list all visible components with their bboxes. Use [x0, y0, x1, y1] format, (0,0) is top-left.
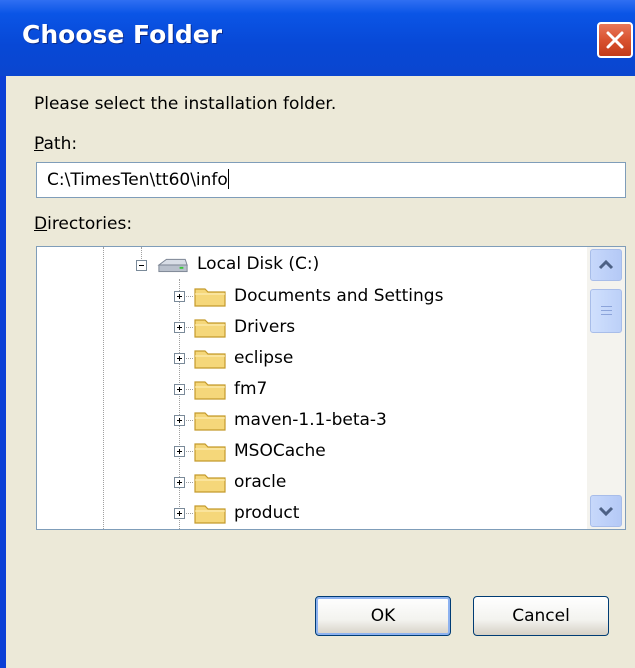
tree-item-label: Local Disk (C:): [197, 254, 320, 274]
tree-item-documents-and-settings[interactable]: Documents and Settings: [37, 281, 587, 313]
window-title: Choose Folder: [22, 20, 223, 49]
folder-icon: [194, 505, 226, 524]
directories-label: Directories:: [34, 214, 133, 234]
tree-item-drivers[interactable]: Drivers: [37, 312, 587, 344]
tree-item-product[interactable]: product: [37, 498, 587, 529]
folder-icon: [194, 288, 226, 307]
tree-item-label: product: [234, 503, 300, 523]
directory-tree[interactable]: Local Disk (C:) Documents and Settings D…: [36, 246, 626, 530]
expand-toggle-icon[interactable]: [174, 384, 185, 395]
collapse-toggle-icon[interactable]: [136, 260, 147, 271]
grip-line: [601, 310, 612, 311]
tree-item-label: maven-1.1-beta-3: [234, 410, 387, 430]
path-input-value: C:\TimesTen\tt60\info: [47, 170, 228, 190]
grip-line: [601, 314, 612, 315]
tree-item-label: Documents and Settings: [234, 286, 444, 306]
chevron-up-icon: [598, 259, 614, 270]
folder-icon: [194, 350, 226, 369]
path-input[interactable]: C:\TimesTen\tt60\info: [36, 162, 626, 198]
prompt-text: Please select the installation folder.: [34, 94, 337, 114]
close-button[interactable]: [597, 22, 633, 58]
dialog-body: Please select the installation folder. P…: [6, 76, 635, 668]
tree-item-label: fm7: [234, 379, 268, 399]
close-icon: [606, 31, 624, 49]
title-bar[interactable]: Choose Folder: [0, 0, 635, 76]
expand-toggle-icon[interactable]: [174, 415, 185, 426]
scroll-thumb[interactable]: [590, 289, 622, 333]
tree-content: Local Disk (C:) Documents and Settings D…: [37, 247, 587, 529]
expand-toggle-icon[interactable]: [174, 353, 185, 364]
hard-drive-icon: [157, 258, 188, 273]
tree-item-oracle[interactable]: oracle: [37, 467, 587, 499]
tree-item-label: eclipse: [234, 348, 294, 368]
tree-item-local-disk[interactable]: Local Disk (C:): [37, 249, 587, 281]
folder-icon: [194, 474, 226, 493]
chevron-down-icon: [598, 506, 614, 517]
scroll-up-button[interactable]: [590, 249, 622, 281]
tree-item-label: Drivers: [234, 317, 296, 337]
tree-item-eclipse[interactable]: eclipse: [37, 343, 587, 375]
expand-toggle-icon[interactable]: [174, 291, 185, 302]
choose-folder-window: Choose Folder Please select the installa…: [0, 0, 635, 668]
folder-icon: [194, 443, 226, 462]
tree-item-label: oracle: [234, 472, 287, 492]
scroll-down-button[interactable]: [590, 495, 622, 527]
expand-toggle-icon[interactable]: [174, 477, 185, 488]
expand-toggle-icon[interactable]: [174, 446, 185, 457]
ok-button[interactable]: OK: [315, 596, 451, 636]
path-label: Path:: [34, 134, 78, 154]
tree-item-msocache[interactable]: MSOCache: [37, 436, 587, 468]
expand-toggle-icon[interactable]: [174, 322, 185, 333]
vertical-scrollbar[interactable]: [587, 247, 625, 529]
expand-toggle-icon[interactable]: [174, 508, 185, 519]
tree-item-maven[interactable]: maven-1.1-beta-3: [37, 405, 587, 437]
folder-icon: [194, 319, 226, 338]
tree-item-fm7[interactable]: fm7: [37, 374, 587, 406]
folder-icon: [194, 381, 226, 400]
text-caret: [227, 169, 229, 189]
grip-line: [601, 306, 612, 307]
tree-item-label: MSOCache: [234, 441, 326, 461]
folder-icon: [194, 412, 226, 431]
cancel-button[interactable]: Cancel: [473, 596, 609, 636]
